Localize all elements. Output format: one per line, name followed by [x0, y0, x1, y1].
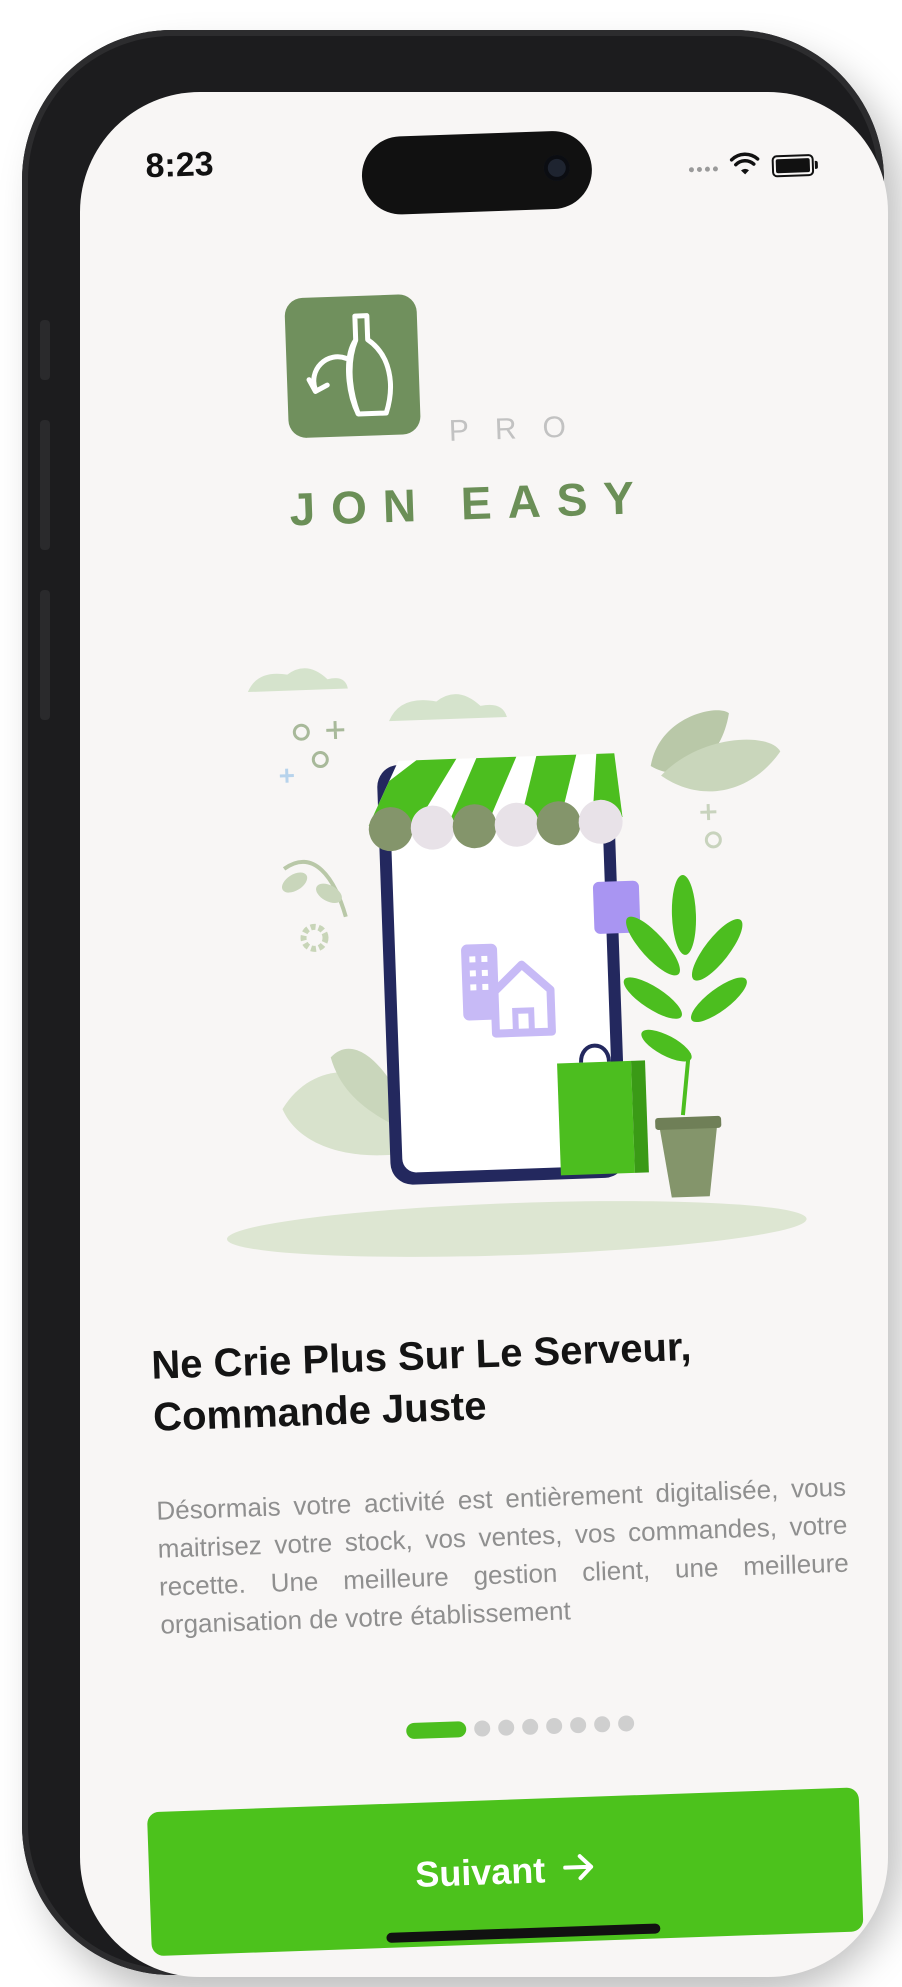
camera-icon	[543, 154, 571, 182]
onboarding-description: Désormais votre activité est entièrement…	[155, 1471, 850, 1640]
volume-up-button	[40, 420, 50, 550]
page-dot[interactable]	[617, 1715, 635, 1732]
dynamic-island	[360, 129, 594, 216]
brand-name: JON EASY	[288, 470, 651, 536]
brand-pro-label: PRO	[448, 409, 593, 448]
page-dot[interactable]	[545, 1717, 563, 1735]
bottle-refresh-icon	[284, 293, 421, 439]
status-icons	[688, 150, 815, 184]
onboarding-title: Ne Crie Plus Sur Le Serveur, Commande Ju…	[150, 1324, 693, 1440]
page-dot[interactable]	[569, 1716, 587, 1734]
page-dot[interactable]	[473, 1720, 491, 1737]
mobile-shop-illustration	[226, 668, 807, 1257]
status-time: 8:23	[144, 144, 215, 186]
arrow-right-icon	[563, 1850, 596, 1889]
app-content: 8:23 PRO JON EASY Ne Crie Plus Sur Le Se…	[80, 92, 888, 1977]
mute-switch	[40, 320, 50, 380]
page-indicator	[405, 1715, 635, 1740]
cellular-signal-icon	[688, 165, 719, 172]
screen: 8:23 PRO JON EASY Ne Crie Plus Sur Le Se…	[80, 92, 888, 1977]
page-dot-active[interactable]	[405, 1721, 467, 1740]
page-dot[interactable]	[593, 1716, 611, 1733]
page-dot[interactable]	[521, 1718, 539, 1736]
volume-down-button	[40, 590, 50, 720]
page-dot[interactable]	[497, 1719, 515, 1736]
next-button-label: Suivant	[414, 1849, 546, 1895]
phone-frame: 8:23 PRO JON EASY Ne Crie Plus Sur Le Se…	[22, 30, 888, 1977]
battery-icon	[771, 153, 815, 178]
wifi-icon	[729, 152, 760, 183]
